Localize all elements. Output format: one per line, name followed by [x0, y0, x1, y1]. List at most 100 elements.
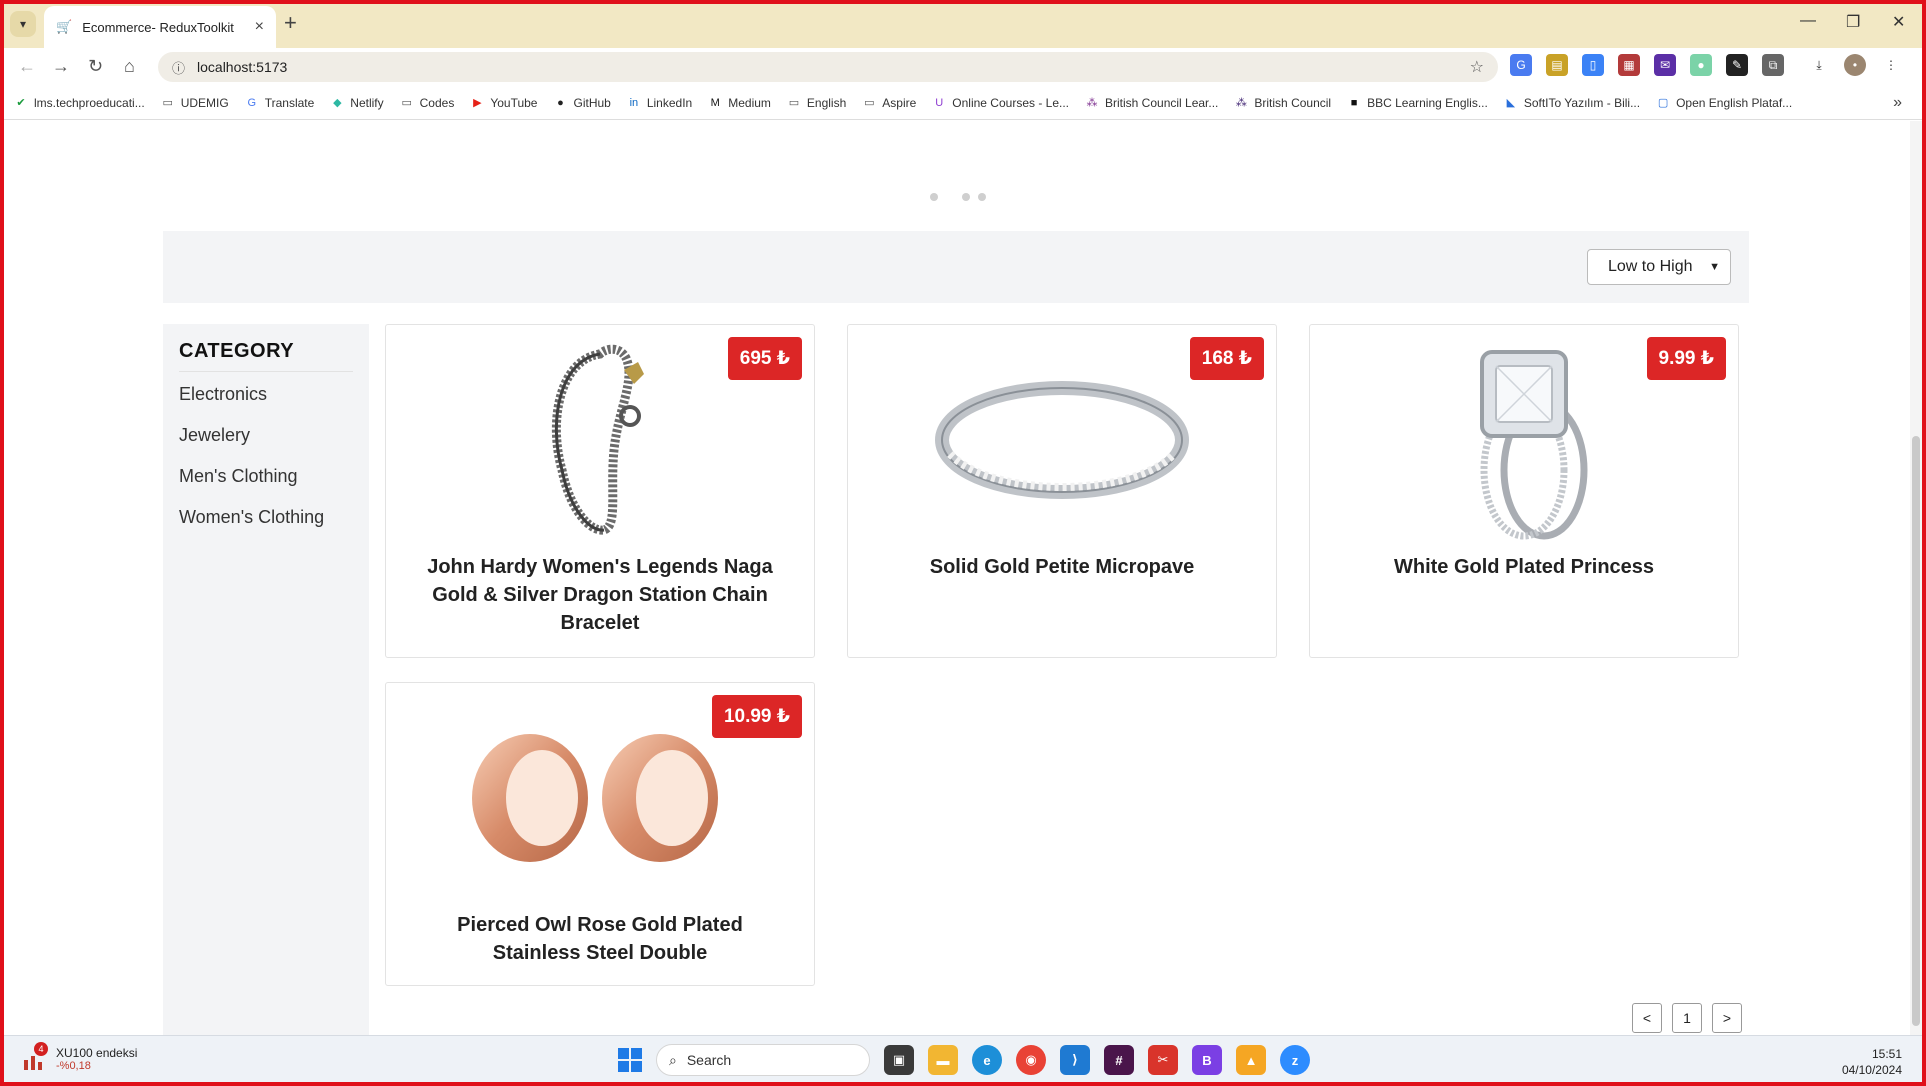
bookmark-label: UDEMIG — [180, 95, 229, 110]
bookmark-item[interactable]: ■ BBC Learning Englis... — [1347, 96, 1488, 110]
wallet-ext-icon[interactable]: ▤ — [1546, 54, 1568, 76]
bookmark-item[interactable]: ✔ lms.techproeducati... — [14, 95, 145, 110]
bookmark-item[interactable]: ● GitHub — [553, 96, 611, 110]
firebase-icon[interactable]: ▲ — [1236, 1045, 1266, 1075]
url-text: localhost:5173 — [197, 59, 288, 75]
bookmark-label: SoftITo Yazılım - Bili... — [1523, 95, 1641, 110]
bookmark-item[interactable]: ⁂ British Council — [1234, 96, 1331, 110]
github-icon: ● — [557, 96, 564, 109]
bookmark-label: lms.techproeducati... — [34, 95, 145, 110]
next-page-button[interactable]: > — [1712, 1003, 1742, 1033]
window-close-icon[interactable]: ✕ — [1892, 12, 1905, 32]
bookmark-label: Medium — [728, 95, 771, 110]
avatar[interactable]: • — [1844, 54, 1866, 76]
mail-ext-icon[interactable]: ✉ — [1654, 54, 1676, 76]
system-clock[interactable]: 15:51 04/10/2024 — [1842, 1046, 1902, 1078]
bookmark-label: Online Courses - Le... — [952, 95, 1069, 110]
bookmark-star-icon[interactable]: ☆ — [1470, 57, 1484, 77]
category-item-mens-clothing[interactable]: Men's Clothing — [179, 466, 353, 487]
bookmark-item[interactable]: ▶ YouTube — [470, 96, 537, 110]
udemy-icon: U — [935, 96, 944, 109]
bookmark-label: Codes — [419, 95, 455, 110]
bookmark-item[interactable]: ▭ Aspire — [862, 96, 916, 110]
product-card[interactable]: 9.99 ₺ White Gold Plated Princess — [1309, 324, 1739, 658]
puzzle-extensions-icon[interactable]: ⧉ — [1762, 54, 1784, 76]
address-bar[interactable]: ⓘ localhost:5173 ☆ — [158, 52, 1498, 82]
back-icon[interactable]: ← — [18, 56, 36, 77]
bookmark-item[interactable]: ⁂ British Council Lear... — [1085, 95, 1219, 110]
bookmark-item[interactable]: M Medium — [708, 96, 771, 110]
edge-icon[interactable]: e — [972, 1045, 1002, 1075]
carousel-dots — [930, 193, 986, 201]
product-card[interactable]: 10.99 ₺ Pierced Owl Rose Gold Plated Sta… — [385, 682, 815, 986]
clock-date: 04/10/2024 — [1841, 1063, 1902, 1077]
product-title[interactable]: White Gold Plated Princess — [1310, 553, 1738, 581]
bookmark-item[interactable]: ▭ Codes — [400, 95, 455, 110]
bookmark-label: British Council Lear... — [1105, 95, 1219, 110]
bookmark-item[interactable]: ▭ English — [787, 96, 847, 110]
youtube-icon: ▶ — [473, 97, 482, 109]
slack-icon[interactable]: # — [1104, 1045, 1134, 1075]
browser-tab-active[interactable]: 🛒 Ecommerce- ReduxToolkit × — [44, 6, 276, 48]
prev-page-button[interactable]: < — [1632, 1003, 1662, 1033]
bookmark-item[interactable]: ◆ Netlify — [330, 96, 384, 110]
taskbar-search[interactable]: ⌕ Search — [656, 1044, 870, 1076]
carousel-dot[interactable] — [962, 193, 970, 201]
british-council-icon: ⁂ — [1235, 97, 1247, 109]
chevron-right-icon[interactable]: » — [1893, 94, 1902, 112]
bookmark-item[interactable]: in LinkedIn — [627, 95, 693, 110]
carousel-dot[interactable] — [978, 193, 986, 201]
stock-chart-icon: 4 — [22, 1042, 48, 1070]
pagination: < 1 > — [1632, 1003, 1742, 1033]
color-ext-icon[interactable]: ● — [1690, 54, 1712, 76]
bookmark-label: BBC Learning Englis... — [1367, 95, 1488, 110]
bookmark-item[interactable]: ◣ SoftITo Yazılım - Bili... — [1504, 95, 1641, 110]
chrome-icon[interactable]: ◉ — [1016, 1045, 1046, 1075]
bookmark-label: Translate — [264, 95, 315, 110]
forward-icon[interactable]: → — [52, 56, 70, 77]
bookmark-item[interactable]: U Online Courses - Le... — [932, 96, 1069, 110]
site-info-icon[interactable]: ⓘ — [172, 58, 185, 77]
zoom-icon[interactable]: z — [1280, 1045, 1310, 1075]
snipping-tool-icon[interactable]: ✂ — [1148, 1045, 1178, 1075]
category-heading: CATEGORY — [179, 340, 353, 372]
vscode-icon[interactable]: ⟩ — [1060, 1045, 1090, 1075]
page-1-button[interactable]: 1 — [1672, 1003, 1702, 1033]
home-icon[interactable]: ⌂ — [124, 56, 135, 77]
product-title[interactable]: John Hardy Women's Legends Naga Gold & S… — [386, 553, 814, 637]
windows-start-icon[interactable] — [618, 1048, 642, 1072]
category-item-womens-clothing[interactable]: Women's Clothing — [179, 507, 353, 528]
translate-ext-icon[interactable]: G — [1510, 54, 1532, 76]
notes-ext-icon[interactable]: ▯ — [1582, 54, 1604, 76]
stock-change: -%0,18 — [56, 1060, 91, 1072]
product-title[interactable]: Pierced Owl Rose Gold Plated Stainless S… — [386, 911, 814, 967]
page-content: Low to High ▼ CATEGORY Electronics Jewel… — [4, 121, 1916, 1035]
restore-icon[interactable]: ❐ — [1846, 12, 1860, 32]
download-icon[interactable]: ⤓ — [1808, 54, 1830, 76]
bookmark-item[interactable]: G Translate — [245, 95, 315, 110]
close-icon[interactable]: × — [255, 18, 264, 36]
kebab-menu-icon[interactable]: ⋮ — [1880, 54, 1902, 76]
stock-widget[interactable]: 4 XU100 endeksi -%0,18 — [22, 1042, 137, 1072]
calendar-ext-icon[interactable]: ▦ — [1618, 54, 1640, 76]
carousel-dot[interactable] — [930, 193, 938, 201]
product-card[interactable]: 695 ₺ John Hardy Women's Legends Naga Go… — [385, 324, 815, 658]
tab-search-button[interactable]: ▾ — [10, 11, 36, 37]
new-tab-button[interactable]: + — [284, 12, 297, 34]
file-explorer-icon[interactable]: ▬ — [928, 1045, 958, 1075]
eyedropper-ext-icon[interactable]: ✎ — [1726, 54, 1748, 76]
category-item-jewelery[interactable]: Jewelery — [179, 425, 353, 446]
taskbar: 4 XU100 endeksi -%0,18 ⌕ Search ▣ ▬ e ◉ … — [0, 1035, 1926, 1086]
sort-select[interactable]: Low to High ▼ — [1587, 249, 1731, 285]
task-view-icon[interactable]: ▣ — [884, 1045, 914, 1075]
bookmark-item[interactable]: ▭ UDEMIG — [161, 96, 229, 110]
minimize-icon[interactable]: — — [1800, 12, 1816, 30]
product-card[interactable]: 168 ₺ Solid Gold Petite Micropave — [847, 324, 1277, 658]
bootstrap-icon[interactable]: B — [1192, 1045, 1222, 1075]
reload-icon[interactable]: ↻ — [88, 56, 103, 77]
category-item-electronics[interactable]: Electronics — [179, 384, 353, 405]
bookmark-label: LinkedIn — [646, 95, 693, 110]
bookmark-item[interactable]: ▢ Open English Plataf... — [1656, 96, 1792, 110]
product-title[interactable]: Solid Gold Petite Micropave — [848, 553, 1276, 581]
scrollbar-thumb[interactable] — [1912, 436, 1920, 1026]
